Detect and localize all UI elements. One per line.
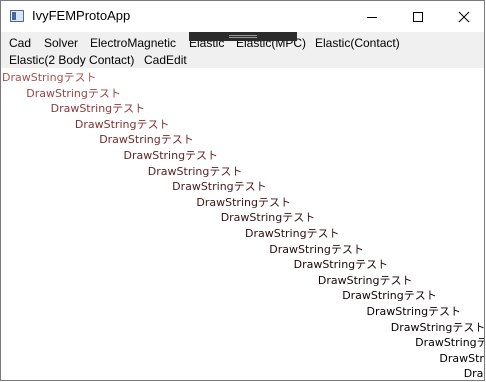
drawstring-label: DrawStringテスト bbox=[439, 351, 484, 365]
close-icon bbox=[458, 11, 470, 22]
title-bar[interactable]: IvyFEMProtoApp bbox=[1, 1, 484, 32]
drawstring-label: DrawStringテスト bbox=[293, 258, 389, 272]
drawstring-label: DrawStringテスト bbox=[415, 336, 484, 350]
drawstring-label: DrawStringテスト bbox=[463, 367, 484, 380]
drawing-canvas[interactable]: DrawStringテスト DrawStringテスト DrawStringテスト D… bbox=[1, 68, 484, 380]
minimize-button[interactable] bbox=[349, 1, 395, 32]
menu-cadedit[interactable]: CadEdit bbox=[144, 52, 187, 68]
menu-elastic-2-body-contact[interactable]: Elastic(2 Body Contact) bbox=[9, 52, 134, 68]
close-button[interactable] bbox=[441, 1, 484, 32]
drawstring-label: DrawStringテスト bbox=[245, 227, 340, 240]
drawstring-label: DrawStringテスト bbox=[26, 86, 121, 100]
drawstring-label: DrawStringテスト bbox=[366, 305, 462, 318]
drawstring-label: DrawStringテスト bbox=[74, 117, 170, 131]
menu-electromagnetic[interactable]: ElectroMagnetic bbox=[90, 35, 176, 51]
drawstring-label: DrawStringテスト bbox=[99, 133, 194, 147]
drawstring-label: DrawStringテスト bbox=[2, 71, 97, 84]
drawstring-label: DrawStringテスト bbox=[147, 164, 243, 178]
drawstring-label: DrawStringテスト bbox=[317, 273, 413, 287]
maximize-icon bbox=[413, 11, 423, 22]
app-window: IvyFEMProtoApp Cad Solver ElectroMagneti… bbox=[0, 0, 485, 381]
drawstring-label: DrawStringテスト bbox=[172, 180, 267, 194]
drag-handle-bar[interactable] bbox=[189, 32, 297, 41]
maximize-button[interactable] bbox=[395, 1, 441, 32]
menu-cad[interactable]: Cad bbox=[9, 35, 31, 51]
menu-elastic-contact[interactable]: Elastic(Contact) bbox=[315, 35, 400, 51]
drawstring-label: DrawStringテスト bbox=[342, 289, 437, 303]
drawstring-label: DrawStringテスト bbox=[123, 149, 219, 162]
drawstring-label: DrawStringテスト bbox=[220, 211, 316, 225]
menu-solver[interactable]: Solver bbox=[44, 35, 78, 51]
window-title: IvyFEMProtoApp bbox=[32, 8, 131, 23]
drawstring-label: DrawStringテスト bbox=[269, 242, 364, 256]
app-window-icon[interactable] bbox=[10, 10, 24, 22]
drawstring-label: DrawStringテスト bbox=[50, 102, 146, 116]
minimize-icon bbox=[367, 16, 377, 18]
drawstring-label: DrawStringテスト bbox=[390, 320, 484, 334]
drawstring-label: DrawStringテスト bbox=[196, 195, 291, 209]
